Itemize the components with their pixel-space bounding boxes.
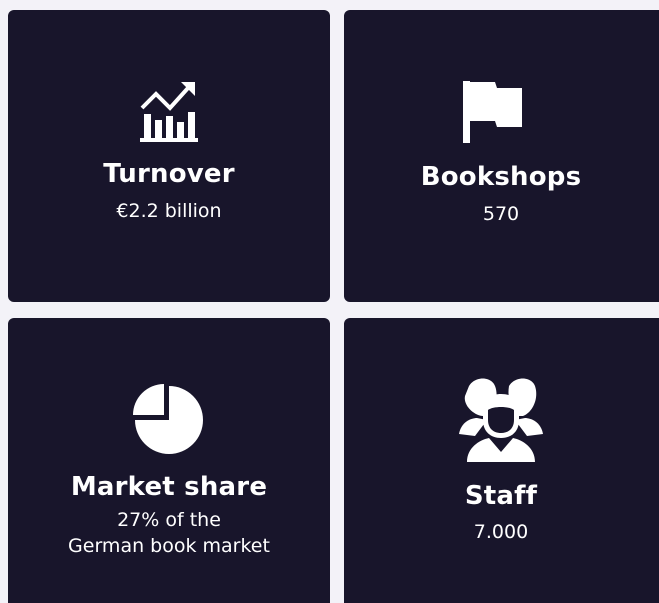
card-value: €2.2 billion xyxy=(116,200,222,222)
stat-card-bookshops: Bookshops 570 xyxy=(344,10,659,302)
flag-icon xyxy=(463,81,522,143)
pie-chart-icon xyxy=(133,384,203,454)
people-icon xyxy=(459,378,543,462)
card-value: 570 xyxy=(482,203,520,225)
card-title: Staff xyxy=(464,481,538,511)
card-title: Bookshops xyxy=(420,162,582,192)
card-value: 7.000 xyxy=(473,521,529,543)
card-title: Market share xyxy=(70,472,268,502)
stat-card-staff: Staff 7.000 xyxy=(344,318,659,603)
growth-chart-icon xyxy=(140,82,198,142)
card-value-line-1: 27% of the xyxy=(117,509,221,531)
stat-card-market-share: Market share 27% of the German book mark… xyxy=(8,318,330,603)
card-value-line-2: German book market xyxy=(68,535,270,557)
stat-card-turnover: Turnover €2.2 billion xyxy=(8,10,330,302)
card-title: Turnover xyxy=(103,159,235,189)
